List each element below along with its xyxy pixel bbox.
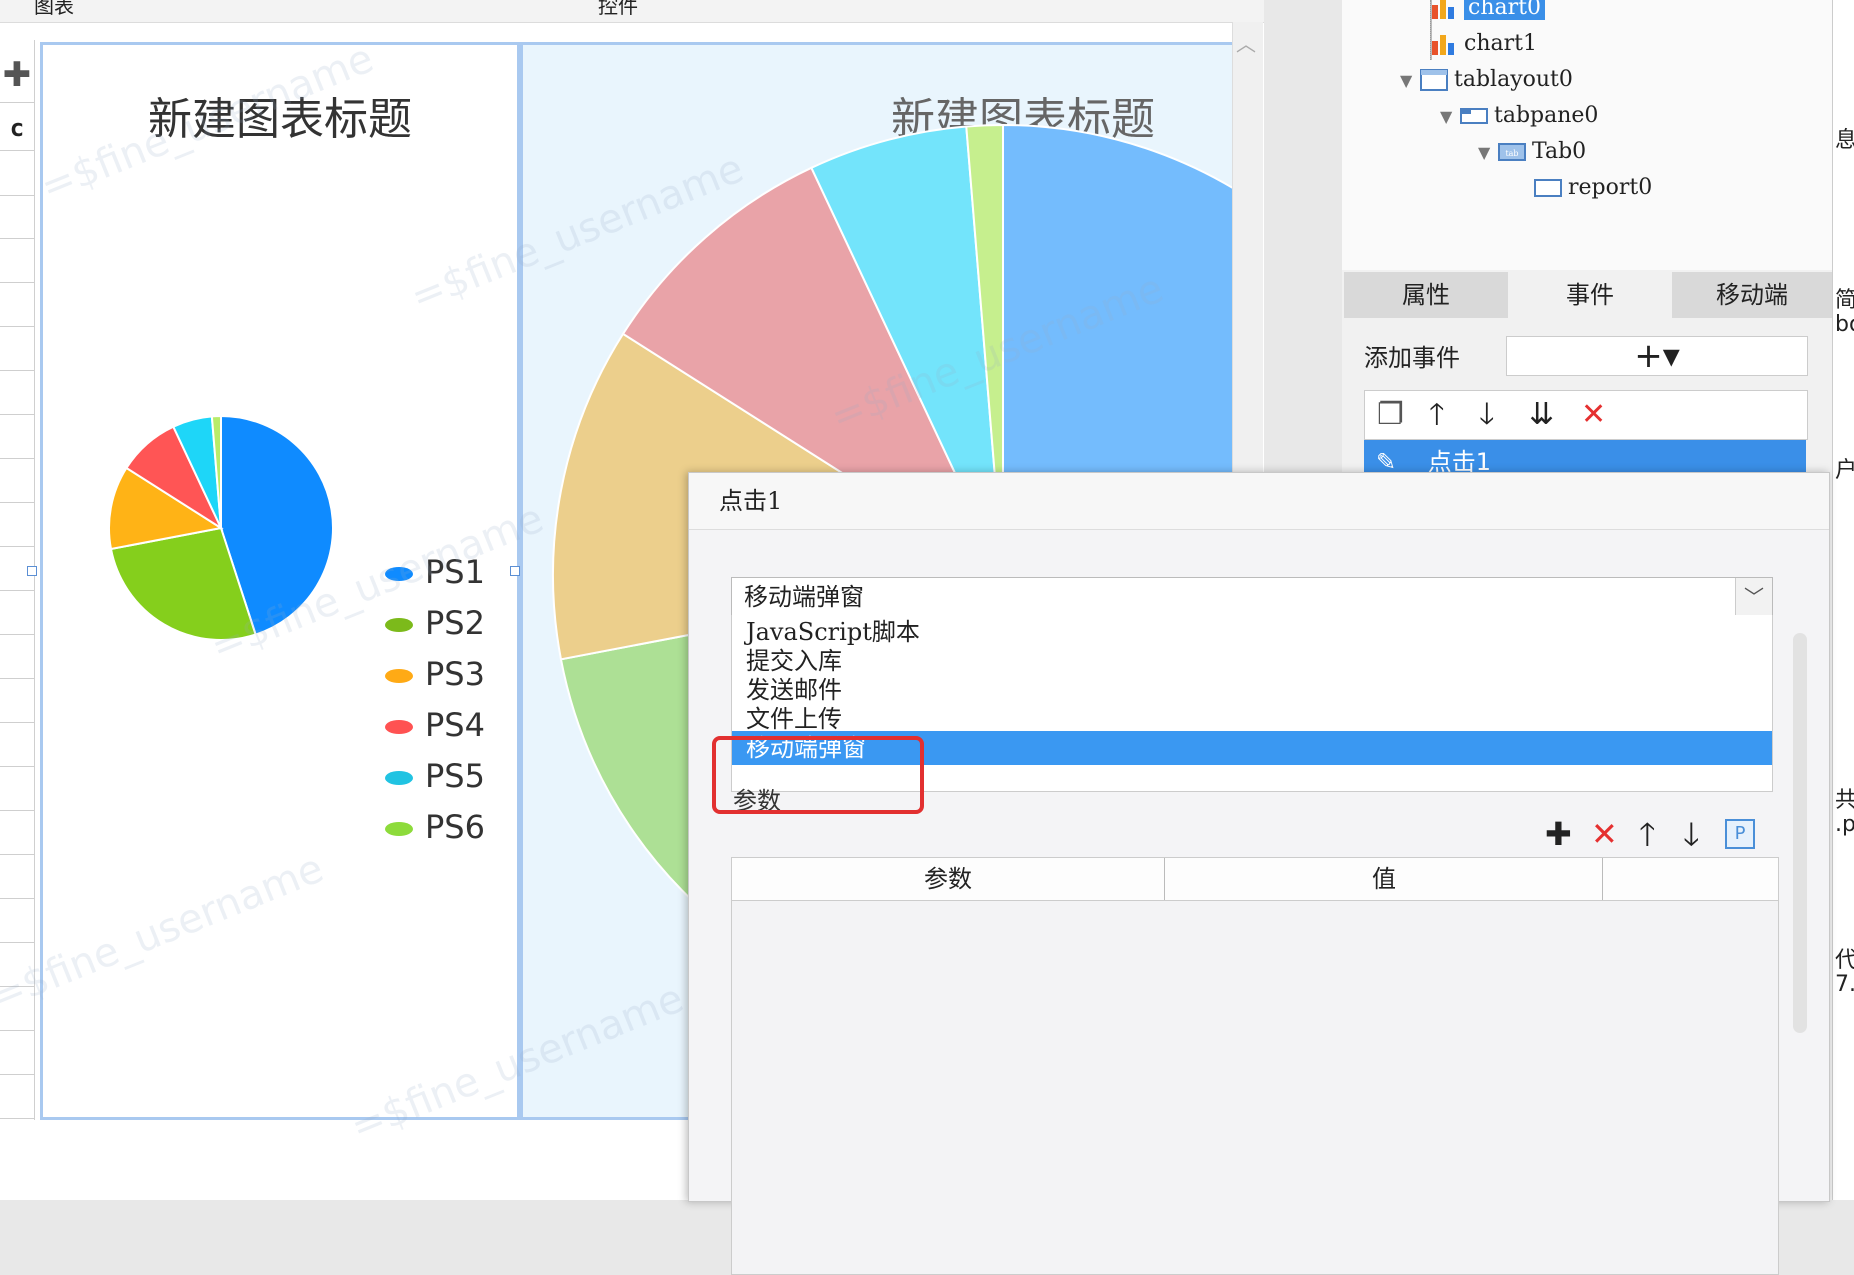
tree-item-report0[interactable]: report0	[1534, 172, 1652, 204]
add-event-button[interactable]: +▾	[1506, 336, 1808, 376]
collapse-triangle-icon[interactable]: ▼	[1400, 65, 1420, 97]
tree-item-chart1[interactable]: chart1	[1430, 28, 1537, 60]
far-right-edge: 息 简 bo 户 共 .p 代 7.	[1832, 0, 1854, 1200]
move-bottom-icon[interactable]: ⇊	[1529, 397, 1554, 433]
tab-icon: tab	[1498, 143, 1526, 161]
legend-label: PS2	[425, 604, 485, 642]
header-value[interactable]: 值	[1166, 858, 1603, 900]
resize-handle-left[interactable]	[27, 566, 37, 576]
tab-widget[interactable]: 控件	[598, 0, 638, 19]
legend-label: PS5	[425, 757, 485, 795]
move-up-icon[interactable]: 🡑	[1429, 397, 1445, 433]
legend-swatch-icon	[385, 771, 413, 785]
column-c-label: c	[9, 114, 25, 142]
legend-swatch-icon	[385, 618, 413, 632]
legend-item[interactable]: PS4	[385, 705, 485, 745]
chevron-down-icon[interactable]: ﹀	[1735, 578, 1772, 616]
delete-param-icon[interactable]: ✕	[1591, 811, 1618, 857]
tree-item-tab0[interactable]: ▼ tab Tab0	[1478, 136, 1586, 168]
tab-properties[interactable]: 属性	[1344, 272, 1508, 318]
delete-icon[interactable]: ✕	[1581, 397, 1606, 433]
tree-item-chart0[interactable]: chart0	[1430, 0, 1545, 24]
row-ruler	[0, 40, 35, 1120]
resize-handle-right[interactable]	[510, 566, 520, 576]
move-down-icon[interactable]: 🡓	[1479, 397, 1495, 433]
legend-item[interactable]: PS3	[385, 654, 485, 694]
widget-tree: chart0 chart1 ▼ tablayout0 ▼ tabpane0 ▼ tab…	[1342, 0, 1832, 270]
legend-item[interactable]: PS5	[385, 756, 485, 796]
tab-chart[interactable]: 图表	[34, 0, 74, 19]
top-tab-bar: 图表 控件	[0, 0, 1264, 23]
legend-item[interactable]: PS6	[385, 807, 485, 847]
legend-label: PS6	[425, 808, 485, 846]
red-highlight-box	[712, 736, 924, 814]
legend-item[interactable]: PS2	[385, 603, 485, 643]
add-row-icon[interactable]: ✚	[0, 48, 34, 103]
collapse-triangle-icon[interactable]: ▼	[1440, 101, 1460, 133]
event-type-select[interactable]: 移动端弹窗 ﹀	[731, 577, 1773, 617]
add-param-icon[interactable]: ✚	[1545, 811, 1572, 857]
move-up-icon[interactable]: 🡑	[1639, 811, 1656, 857]
param-toolbar: ✚ ✕ 🡑 🡓 P	[1529, 811, 1789, 857]
tab-events[interactable]: 事件	[1508, 272, 1672, 318]
copy-icon[interactable]: ❐	[1377, 397, 1404, 433]
legend-swatch-icon	[385, 720, 413, 734]
param-table-header: 参数 值	[732, 858, 1778, 901]
legend-label: PS4	[425, 706, 485, 744]
legend-swatch-icon	[385, 669, 413, 683]
collapse-triangle-icon[interactable]: ▼	[1478, 137, 1498, 169]
dialog-scrollbar[interactable]	[1793, 633, 1807, 1033]
tab-layout-icon	[1420, 69, 1448, 91]
svg-text:tab: tab	[1505, 149, 1518, 158]
legend-label: PS3	[425, 655, 485, 693]
header-param[interactable]: 参数	[732, 858, 1165, 900]
param-table: 参数 值	[731, 857, 1779, 1275]
add-event-label: 添加事件	[1364, 344, 1460, 372]
property-tabs: 属性 事件 移动端	[1344, 272, 1832, 318]
chart-icon	[1432, 0, 1454, 19]
tab-pane-icon	[1460, 108, 1488, 124]
event-toolbar: ❐ 🡑 🡓 ⇊ ✕	[1364, 390, 1808, 440]
scroll-up-icon[interactable]: ︿	[1236, 28, 1256, 57]
move-down-icon[interactable]: 🡓	[1683, 811, 1700, 857]
report-icon	[1534, 179, 1562, 197]
tree-item-tabpane0[interactable]: ▼ tabpane0	[1440, 100, 1598, 132]
param-p-icon[interactable]: P	[1725, 819, 1755, 849]
event-dialog: 点击1 移动端弹窗 ﹀ JavaScript脚本 提交入库 发送邮件 文件上传 …	[688, 472, 1830, 1275]
chart-icon	[1432, 35, 1454, 55]
dialog-title-bar: 点击1	[689, 473, 1829, 530]
tab-mobile[interactable]: 移动端	[1672, 272, 1832, 318]
tree-item-tablayout0[interactable]: ▼ tablayout0	[1400, 64, 1573, 96]
legend-swatch-icon	[385, 822, 413, 836]
